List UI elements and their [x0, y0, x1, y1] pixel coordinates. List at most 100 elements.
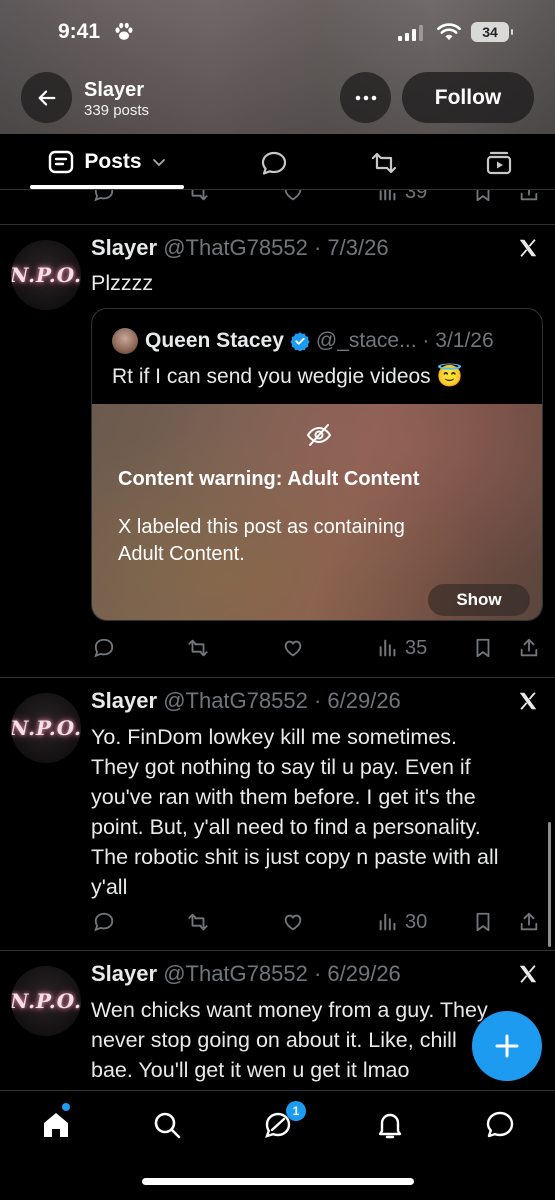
views-icon	[379, 190, 396, 201]
profile-name: Slayer	[84, 79, 145, 101]
compose-button[interactable]	[472, 1011, 542, 1081]
avatar[interactable]: N.P.O.	[11, 693, 81, 763]
post-text: Yo. FinDom lowkey kill me sometimes. The…	[91, 725, 499, 899]
post-count: 339 posts	[84, 102, 150, 119]
profile-tabs: Posts	[0, 134, 555, 190]
views-count: 30	[405, 910, 428, 933]
x-logo-icon	[519, 239, 537, 257]
paw-icon	[115, 22, 133, 40]
bell-icon[interactable]	[374, 1109, 406, 1141]
repost-button[interactable]	[187, 909, 209, 935]
views-button[interactable]: 39	[377, 190, 427, 205]
author-meta: @ThatG78552 · 6/29/26	[163, 688, 401, 713]
views-count: 39	[405, 190, 428, 203]
bookmark-button[interactable]	[472, 190, 494, 205]
home-indicator	[142, 1178, 414, 1185]
avatar	[112, 328, 138, 354]
share-icon	[520, 638, 538, 657]
share-button[interactable]	[518, 909, 540, 935]
avatar[interactable]: N.P.O.	[11, 966, 81, 1036]
tab-posts-label: Posts	[84, 150, 142, 173]
reposts-tab-icon[interactable]	[370, 149, 398, 177]
views-button[interactable]: 30	[377, 909, 427, 935]
reply-button[interactable]	[93, 635, 115, 661]
post-header: Slayer @ThatG78552 · 6/29/26	[91, 688, 401, 714]
chevron-down-icon	[152, 159, 165, 167]
author-meta: @ThatG78552 · 6/29/26	[163, 961, 401, 986]
like-icon	[284, 914, 302, 931]
back-button[interactable]	[21, 72, 72, 123]
active-tab-indicator	[30, 185, 184, 189]
bookmark-button[interactable]	[472, 909, 494, 935]
views-button[interactable]: 35	[377, 635, 427, 661]
x-logo-icon	[519, 965, 537, 983]
repost-button[interactable]	[187, 190, 209, 205]
views-count: 35	[405, 636, 428, 659]
bookmark-button[interactable]	[472, 635, 494, 661]
post-item[interactable]: N.P.O. Slayer @ThatG78552 · 6/29/26 Wen …	[0, 951, 555, 1090]
posts-tab-icon	[49, 150, 74, 174]
reply-icon	[94, 190, 114, 202]
plus-icon	[495, 1034, 519, 1058]
x-logo-icon	[519, 692, 537, 710]
author-name: Slayer	[91, 235, 158, 260]
show-button[interactable]: Show	[428, 584, 530, 616]
quoted-post-text: Rt if I can send you wedgie videos 😇	[112, 365, 463, 388]
chat-icon[interactable]	[484, 1109, 516, 1141]
reply-icon	[94, 638, 114, 658]
quoted-post-header: Queen Stacey @_stace... · 3/1/26	[112, 328, 494, 354]
like-button[interactable]	[282, 190, 304, 205]
home-notification-dot	[62, 1103, 70, 1111]
media-tab-icon[interactable]	[485, 149, 513, 177]
repost-icon	[191, 190, 208, 201]
like-button[interactable]	[282, 909, 304, 935]
replies-tab-icon[interactable]	[260, 149, 288, 177]
repost-button[interactable]	[187, 635, 209, 661]
content-warning-media: Content warning: Adult Content X labeled…	[92, 404, 542, 620]
home-icon[interactable]	[40, 1109, 72, 1141]
share-icon	[520, 912, 538, 931]
reply-button[interactable]	[93, 190, 115, 205]
post-text: Plzzzz	[91, 271, 154, 295]
messages-badge: 1	[286, 1101, 306, 1121]
search-icon[interactable]	[151, 1109, 183, 1141]
tab-posts[interactable]: Posts	[30, 134, 184, 190]
views-icon	[379, 913, 396, 931]
scrollbar[interactable]	[548, 822, 551, 947]
author-name: Slayer	[91, 961, 158, 986]
bookmark-icon	[476, 912, 490, 932]
quoted-author-meta: @_stace... · 3/1/26	[315, 329, 494, 352]
post-actions-previous: 39	[0, 190, 555, 205]
back-arrow-icon	[38, 89, 55, 106]
more-options-button[interactable]	[340, 72, 391, 123]
more-icon	[355, 95, 376, 100]
quoted-post[interactable]: Queen Stacey @_stace... · 3/1/26 Rt if I…	[91, 308, 543, 621]
share-button[interactable]	[518, 190, 540, 205]
status-time: 9:41	[58, 20, 101, 43]
avatar[interactable]: N.P.O.	[11, 240, 81, 310]
repost-icon	[188, 639, 208, 657]
post-actions: 35	[0, 635, 555, 661]
content-warning-title: Content warning: Adult Content	[118, 468, 420, 490]
bookmark-icon	[476, 638, 490, 658]
follow-button[interactable]: Follow	[402, 72, 534, 123]
timeline-feed: 39 N.P.O. Slayer @ThatG78552 · 7/3/26 Pl…	[0, 190, 555, 1090]
author-meta: @ThatG78552 · 7/3/26	[163, 235, 389, 260]
status-bar: 9:41 34	[0, 20, 555, 48]
bookmark-icon	[476, 190, 490, 202]
like-button[interactable]	[282, 635, 304, 661]
eye-off-icon	[306, 424, 332, 446]
repost-icon	[188, 913, 208, 931]
share-button[interactable]	[518, 635, 540, 661]
post-text: Wen chicks want money from a guy. They n…	[91, 998, 488, 1082]
reply-icon	[94, 912, 114, 932]
share-icon	[520, 190, 538, 201]
author-name: Slayer	[91, 688, 158, 713]
verified-icon	[290, 332, 310, 351]
reply-button[interactable]	[93, 909, 115, 935]
signal-icon	[398, 25, 423, 41]
post-header: Slayer @ThatG78552 · 7/3/26	[91, 235, 389, 261]
content-warning-body: X labeled this post as containing Adult …	[118, 516, 405, 565]
quoted-author-name: Queen Stacey	[145, 329, 284, 352]
post-actions: 30	[0, 909, 555, 935]
